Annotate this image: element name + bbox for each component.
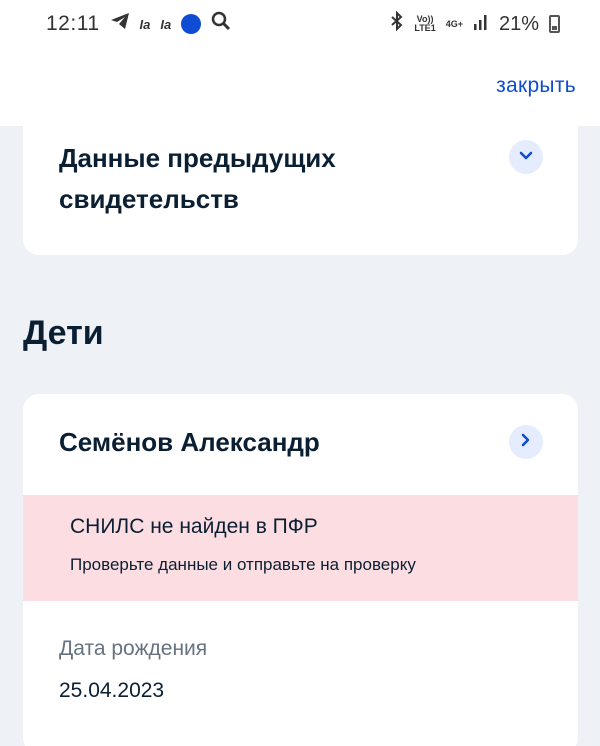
status-bar-left: 12:11 Ia Ia [46, 11, 231, 37]
bluetooth-icon [390, 10, 404, 37]
error-title: СНИЛС не найден в ПФР [70, 515, 318, 538]
prev-certificates-title: Данные предыдущих свидетельств [59, 143, 336, 214]
birth-date-value: 25.04.2023 [59, 679, 165, 702]
open-child-button[interactable] [509, 425, 543, 459]
status-bar-right: Vo)) LTE1 4G+ 21% [390, 10, 560, 37]
status-time: 12:11 [46, 12, 100, 35]
child-name: Семёнов Александр [59, 427, 320, 457]
error-subtitle: Проверьте данные и отправьте на проверку [70, 555, 416, 574]
battery-percent: 21% [498, 12, 539, 35]
chevron-down-icon [519, 148, 533, 166]
app-icon-2: Ia [160, 16, 172, 32]
status-bar: 12:11 Ia Ia Vo)) LTE1 4G+ 21% [0, 0, 600, 48]
app-icon-1: Ia [139, 16, 151, 32]
expand-button[interactable] [509, 140, 543, 174]
close-link[interactable]: закрыть [496, 74, 576, 98]
children-section-title: Дети [23, 314, 104, 352]
snils-error-alert: СНИЛС не найден в ПФР Проверьте данные и… [23, 495, 578, 601]
chevron-right-icon [521, 433, 531, 452]
gosuslugi-icon [181, 14, 202, 34]
prev-certificates-card[interactable]: Данные предыдущих свидетельств [23, 110, 578, 255]
battery-icon [549, 15, 560, 33]
birth-date-label: Дата рождения [59, 637, 208, 660]
network-volte: Vo)) LTE1 [414, 14, 436, 33]
child-card[interactable]: Семёнов Александр СНИЛС не найден в ПФР … [23, 394, 578, 746]
signal-icon [473, 13, 489, 36]
search-icon [211, 11, 231, 37]
network-4g: 4G+ [445, 18, 463, 29]
telegram-icon [110, 12, 130, 36]
